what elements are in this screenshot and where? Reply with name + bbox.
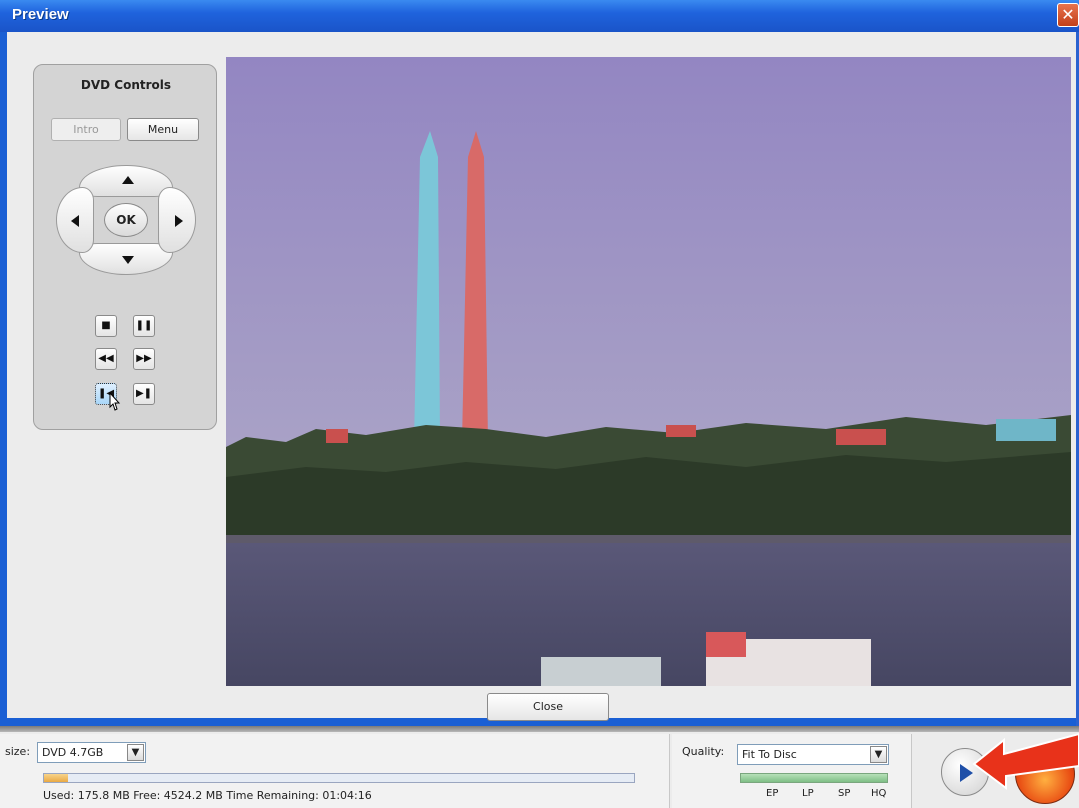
- quality-pane: Quality: Fit To Disc ▼ EP LP SP HQ: [672, 734, 912, 808]
- quality-value: Fit To Disc: [742, 748, 797, 761]
- stop-button[interactable]: ■: [95, 315, 117, 337]
- title-bar[interactable]: Preview ✕: [0, 0, 1079, 32]
- disc-usage-text: Used: 175.8 MB Free: 4524.2 MB Time Rema…: [43, 789, 372, 802]
- disc-size-label: size:: [5, 745, 31, 758]
- video-frame-image: [226, 57, 1071, 686]
- arrow-down-icon: [122, 256, 134, 264]
- menu-button[interactable]: Menu: [127, 118, 199, 141]
- next-chapter-button[interactable]: ▶❚: [133, 383, 155, 405]
- pause-button[interactable]: ❚❚: [133, 315, 155, 337]
- nav-down-button[interactable]: [79, 243, 173, 275]
- dialog-client-area: DVD Controls Intro Menu OK ■ ❚❚ ◀◀ ▶▶ ❚◀…: [7, 32, 1076, 721]
- quality-label: Quality:: [682, 745, 725, 758]
- quality-mark-ep: EP: [766, 788, 779, 799]
- rewind-icon: ◀◀: [98, 353, 114, 364]
- disc-usage-progress: [43, 773, 635, 783]
- disc-usage-fill: [44, 774, 68, 782]
- pause-icon: ❚❚: [135, 320, 153, 331]
- preview-dialog: Preview ✕ DVD Controls Intro Menu OK ■ ❚…: [0, 0, 1079, 738]
- video-preview[interactable]: [226, 57, 1071, 686]
- disc-usage-pane: size: DVD 4.7GB ▼ Used: 175.8 MB Free: 4…: [0, 734, 670, 808]
- mouse-cursor-icon: [109, 391, 121, 411]
- disc-size-select[interactable]: DVD 4.7GB ▼: [37, 742, 146, 763]
- arrow-up-icon: [122, 176, 134, 184]
- quality-meter: [740, 773, 888, 783]
- intro-button[interactable]: Intro: [51, 118, 121, 141]
- annotation-arrow-icon: [972, 732, 1079, 790]
- next-chapter-icon: ▶❚: [135, 388, 153, 399]
- dvd-controls-title: DVD Controls: [80, 78, 172, 92]
- window-close-icon[interactable]: ✕: [1057, 3, 1079, 27]
- quality-select[interactable]: Fit To Disc ▼: [737, 744, 889, 765]
- quality-mark-lp: LP: [802, 788, 814, 799]
- dvd-navigation-pad: OK: [54, 163, 199, 278]
- chevron-down-icon[interactable]: ▼: [870, 746, 887, 763]
- panel-divider: [0, 726, 1079, 732]
- nav-left-button[interactable]: [56, 187, 94, 253]
- dvd-controls-panel: DVD Controls Intro Menu OK ■ ❚❚ ◀◀ ▶▶ ❚◀…: [33, 64, 217, 430]
- stop-icon: ■: [101, 320, 111, 331]
- close-button[interactable]: Close: [487, 693, 609, 721]
- fast-forward-icon: ▶▶: [136, 353, 152, 364]
- arrow-right-icon: [175, 215, 183, 227]
- nav-right-button[interactable]: [158, 187, 196, 253]
- nav-ok-button[interactable]: OK: [104, 203, 148, 237]
- disc-size-value: DVD 4.7GB: [42, 746, 104, 759]
- arrow-left-icon: [71, 215, 79, 227]
- project-bottom-bar: size: DVD 4.7GB ▼ Used: 175.8 MB Free: 4…: [0, 726, 1079, 808]
- quality-mark-hq: HQ: [871, 788, 887, 799]
- chevron-down-icon[interactable]: ▼: [127, 744, 144, 761]
- rewind-button[interactable]: ◀◀: [95, 348, 117, 370]
- quality-mark-sp: SP: [838, 788, 851, 799]
- fast-forward-button[interactable]: ▶▶: [133, 348, 155, 370]
- window-title: Preview: [12, 6, 69, 23]
